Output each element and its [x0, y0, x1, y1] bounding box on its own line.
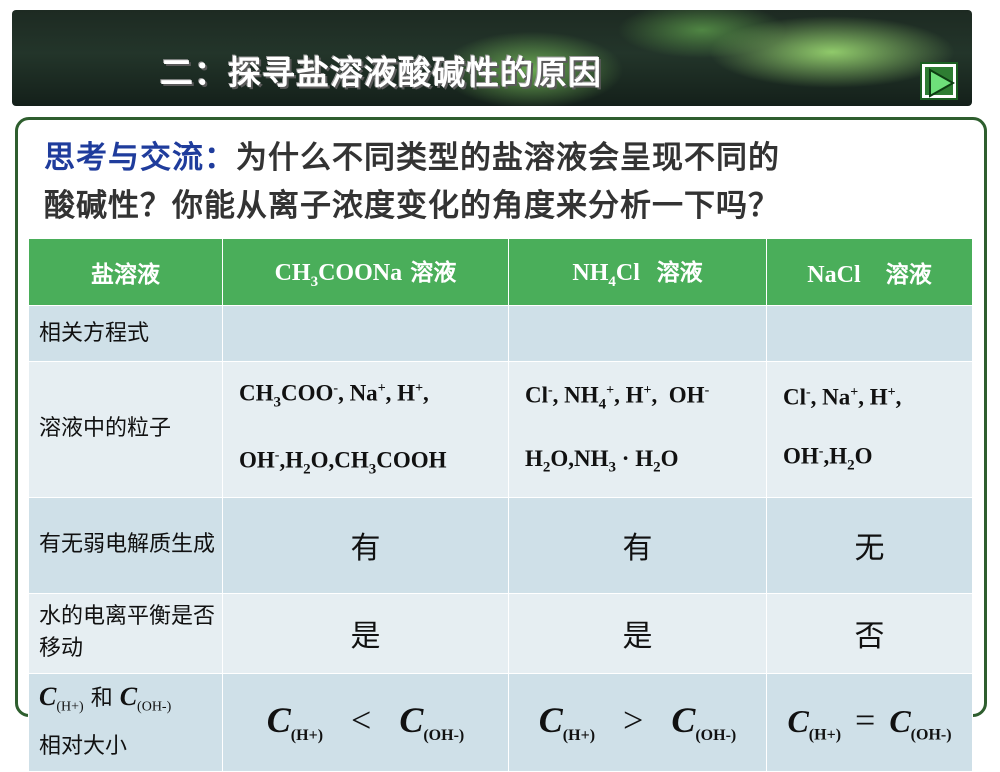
- cell-value: 有: [222, 496, 509, 594]
- table-row: 相关方程式: [28, 305, 973, 362]
- row-label: 水的电离平衡是否移动: [28, 592, 223, 674]
- header-cell: CH3COONa 溶液: [222, 238, 509, 306]
- compare-cell: C(H+) < C(OH-): [222, 672, 509, 772]
- header-cell: 盐溶液: [28, 238, 223, 306]
- table-row: 水的电离平衡是否移动 是 是 否: [28, 592, 973, 674]
- play-button[interactable]: [920, 62, 958, 100]
- cell-value: 是: [222, 592, 509, 674]
- cell-value: 否: [766, 592, 973, 674]
- cell-value: 无: [766, 496, 973, 594]
- compare-cell: C(H+) = C(OH-): [766, 672, 973, 772]
- row-label: 溶液中的粒子: [28, 361, 223, 498]
- particles-cell: CH3COO-, Na+, H+, OH-,H2O,CH3COOH: [222, 361, 509, 498]
- question-line-1: 思考与交流：为什么不同类型的盐溶液会呈现不同的: [44, 140, 780, 176]
- header-cell: NH4Cl 溶液: [508, 238, 767, 306]
- play-icon: [929, 68, 956, 98]
- row-label: C(H+) 和 C(OH-) 相对大小: [28, 672, 223, 772]
- table-row: C(H+) 和 C(OH-) 相对大小 C(H+) < C(OH-) C(H+) > C(…: [28, 672, 973, 772]
- table-header-row: 盐溶液 CH3COONa 溶液 NH4Cl 溶液 NaCl 溶液: [28, 238, 973, 306]
- slide-title: 二：探寻盐溶液酸碱性的原因: [160, 53, 602, 92]
- table-row: 有无弱电解质生成 有 有 无: [28, 496, 973, 594]
- particles-cell: Cl-, Na+, H+, OH-,H2O: [766, 361, 973, 498]
- title-banner: 二：探寻盐溶液酸碱性的原因: [12, 10, 972, 106]
- question-lead: 思考与交流：: [44, 140, 236, 176]
- compare-cell: C(H+) > C(OH-): [508, 672, 767, 772]
- particles-cell: Cl-, NH4+, H+, OH- H2O,NH3 · H2O: [508, 361, 767, 498]
- header-cell: NaCl 溶液: [766, 238, 973, 306]
- row-label: 相关方程式: [28, 305, 223, 362]
- salt-table: 盐溶液 CH3COONa 溶液 NH4Cl 溶液 NaCl 溶液 相关方程式 溶…: [28, 238, 973, 772]
- question-line-2: 酸碱性？你能从离子浓度变化的角度来分析一下吗？: [44, 188, 780, 224]
- table-row: 溶液中的粒子 CH3COO-, Na+, H+, OH-,H2O,CH3COOH …: [28, 361, 973, 498]
- row-label: 有无弱电解质生成: [28, 496, 223, 594]
- cell-value: 是: [508, 592, 767, 674]
- cell-value: 有: [508, 496, 767, 594]
